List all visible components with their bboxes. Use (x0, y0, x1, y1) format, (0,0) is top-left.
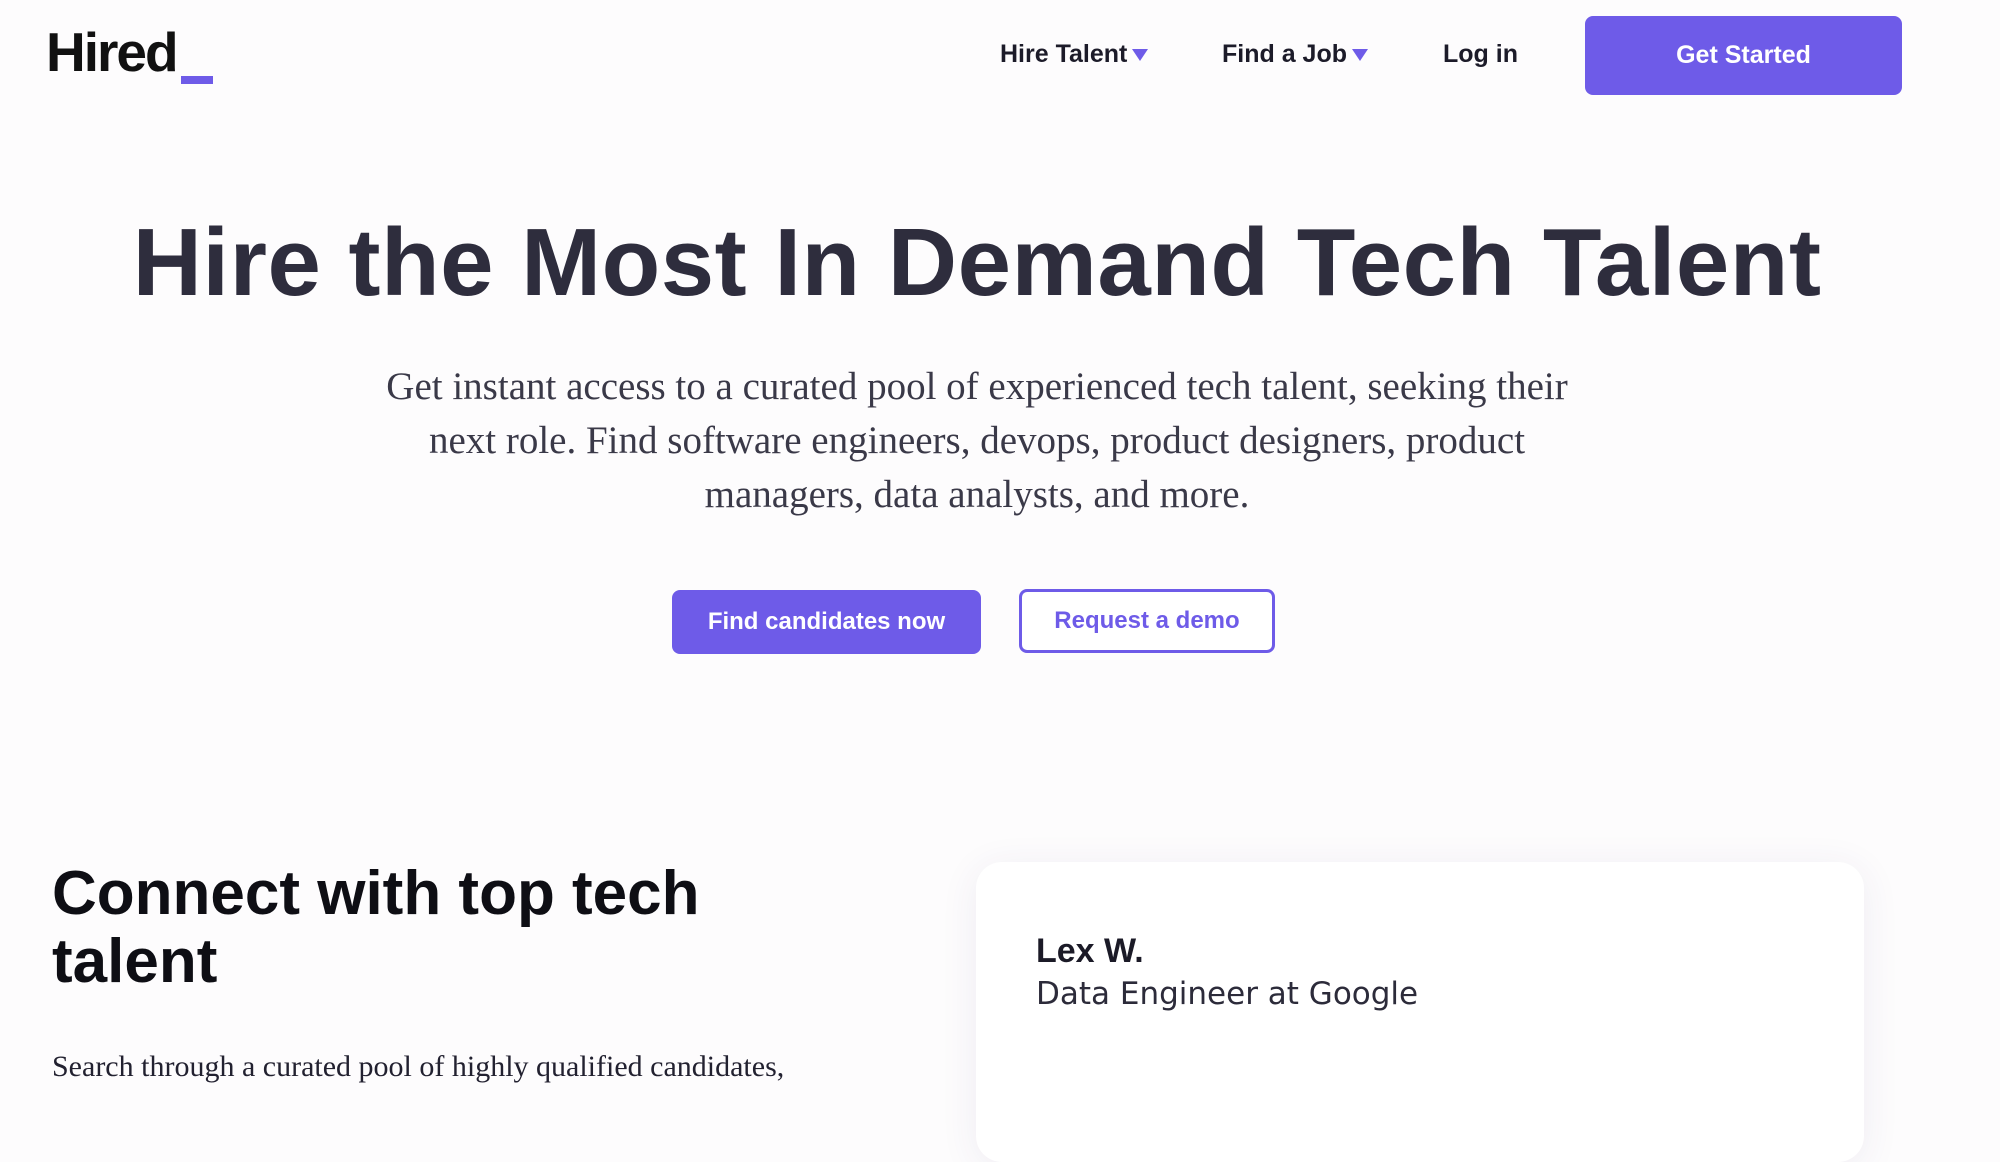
hero-subtitle: Get instant access to a curated pool of … (386, 365, 1568, 516)
nav-find-a-job[interactable]: Find a Job (1222, 14, 1368, 94)
find-candidates-button[interactable]: Find candidates now (672, 590, 981, 654)
nav-hire-talent-label: Hire Talent (1000, 39, 1128, 68)
request-demo-button[interactable]: Request a demo (1019, 589, 1275, 653)
get-started-button[interactable]: Get Started (1585, 16, 1902, 95)
nav-log-in[interactable]: Log in (1443, 14, 1518, 94)
hero-title: Hire the Most In Demand Tech Talent (132, 209, 1822, 316)
nav-find-a-job-label: Find a Job (1222, 39, 1347, 68)
candidate-card: Lex W. Data Engineer at Google (976, 862, 1864, 1162)
nav-hire-talent[interactable]: Hire Talent (1000, 14, 1149, 94)
section-description: Search through a curated pool of highly … (52, 1050, 785, 1083)
caret-down-icon (1352, 49, 1368, 61)
candidate-role: Data Engineer at Google (1036, 976, 1419, 1012)
caret-down-icon (1132, 49, 1149, 61)
section-title: Connect with top tech talent (52, 859, 700, 996)
candidate-name: Lex W. (1036, 932, 1144, 970)
